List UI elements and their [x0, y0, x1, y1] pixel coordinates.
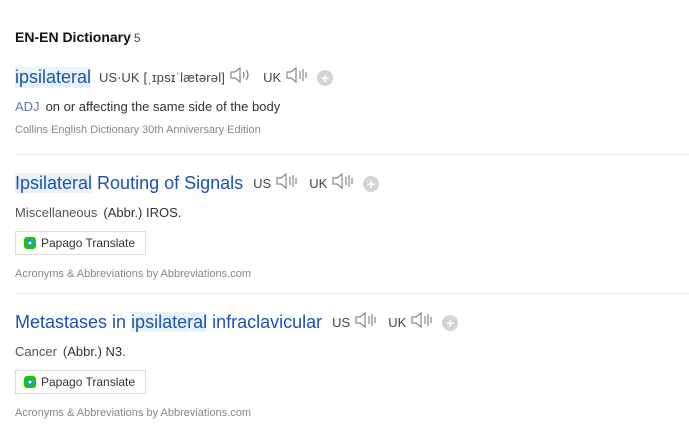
entry-word-link[interactable]: Metastases in ipsilateral infraclavicula…: [15, 312, 322, 333]
definition-row: Miscellaneous (Abbr.) IROS.: [15, 205, 689, 220]
word-rest: infraclavicular: [207, 312, 323, 332]
word-highlight: ipsilateral: [131, 312, 208, 332]
speaker-icon[interactable]: [275, 172, 299, 195]
entry-word-link[interactable]: Ipsilateral Routing of Signals: [15, 173, 243, 194]
abbreviation-text: (Abbr.) IROS.: [103, 205, 182, 220]
dictionary-panel: EN-EN Dictionary 5 ipsilateral US·UK [ˌɪp…: [0, 0, 689, 447]
pron-label-us: US: [253, 176, 272, 191]
entry-word-link[interactable]: ipsilateral: [15, 67, 92, 88]
pron-label-us-uk: US·UK: [99, 70, 140, 85]
add-icon[interactable]: +: [363, 175, 380, 192]
pron-label-us: US: [332, 315, 351, 330]
add-icon[interactable]: +: [317, 69, 334, 86]
entry-head: Metastases in ipsilateral infraclavicula…: [15, 311, 689, 334]
entry-metastases: Metastases in ipsilateral infraclavicula…: [15, 311, 689, 419]
pron-label-uk: UK: [309, 176, 328, 191]
category-label: Cancer: [15, 344, 57, 359]
category-label: Miscellaneous: [15, 205, 98, 220]
speaker-icon[interactable]: [285, 66, 309, 89]
result-count: 5: [133, 31, 141, 45]
word-rest: Routing of Signals: [92, 173, 244, 193]
section-title-text: EN-EN Dictionary: [15, 29, 131, 45]
source-label: Acronyms & Abbreviations by Abbreviation…: [15, 407, 252, 419]
source-label: Acronyms & Abbreviations by Abbreviation…: [15, 268, 252, 280]
papago-label: Papago Translate: [41, 236, 136, 250]
entry-head: ipsilateral US·UK [ˌɪpsɪˈlætərəl] UK +: [15, 66, 689, 89]
papago-label: Papago Translate: [41, 375, 136, 389]
divider: [15, 293, 689, 294]
divider: [15, 154, 689, 155]
papago-translate-button[interactable]: Papago Translate: [15, 231, 147, 255]
abbreviation-text: (Abbr.) N3.: [62, 344, 126, 359]
word-highlight: Ipsilateral: [15, 173, 93, 193]
speaker-icon[interactable]: [229, 66, 253, 89]
definition-text: on or affecting the same side of the bod…: [45, 99, 281, 114]
pron-label-uk: UK: [263, 70, 282, 85]
definition-row: ADJ on or affecting the same side of the …: [15, 99, 689, 114]
speaker-icon[interactable]: [331, 172, 355, 195]
entry-ipsilateral-routing: Ipsilateral Routing of Signals US UK + M…: [15, 172, 689, 280]
word-pre: Metastases in: [15, 312, 132, 332]
speaker-icon[interactable]: [410, 311, 434, 334]
phonetic: [ˌɪpsɪˈlætərəl]: [143, 70, 226, 85]
pron-label-uk: UK: [388, 315, 407, 330]
papago-translate-button[interactable]: Papago Translate: [15, 370, 147, 394]
papago-icon: [24, 376, 36, 388]
definition-row: Cancer (Abbr.) N3.: [15, 344, 689, 359]
entry-head: Ipsilateral Routing of Signals US UK +: [15, 172, 689, 195]
part-of-speech: ADJ: [15, 99, 40, 114]
section-title: EN-EN Dictionary 5: [15, 29, 141, 45]
papago-icon: [24, 237, 36, 249]
speaker-icon[interactable]: [354, 311, 378, 334]
source-label: Collins English Dictionary 30th Annivers…: [15, 124, 261, 136]
add-icon[interactable]: +: [442, 314, 459, 331]
entry-ipsilateral: ipsilateral US·UK [ˌɪpsɪˈlætərəl] UK + A…: [15, 66, 689, 136]
